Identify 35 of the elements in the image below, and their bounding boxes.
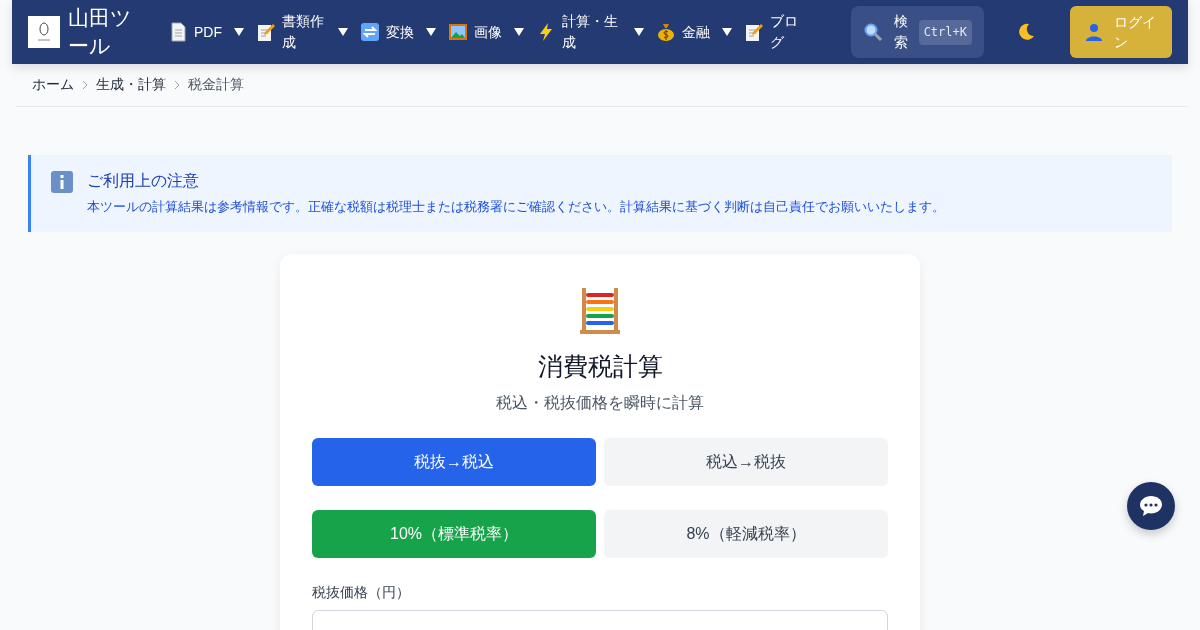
- shortcut-key: Ctrl+K: [918, 19, 972, 45]
- nav-menu-item[interactable]: 変換: [354, 17, 442, 47]
- arrows-icon: [360, 22, 380, 42]
- notice-text: 本ツールの計算結果は参考情報です。正確な税額は税理士または税務署にご確認ください。計算結果に基づく判断は自己責任でお願いいたします。: [87, 198, 945, 216]
- chevron-icon: [174, 80, 180, 90]
- moon-icon[interactable]: [1016, 22, 1036, 42]
- nav-menu-item[interactable]: PDF: [162, 17, 250, 47]
- breadcrumb-current: 税金計算: [188, 76, 244, 94]
- calculator-title: 消費税計算: [536, 351, 664, 382]
- memo-pencil-icon: [256, 22, 276, 42]
- nav-menu-item[interactable]: 金融: [650, 17, 738, 47]
- site-title[interactable]: 山田ツール: [68, 4, 152, 60]
- nav-menu-item[interactable]: ブログ: [738, 7, 806, 57]
- mode-toggle-button[interactable]: 税抜→税込: [312, 438, 596, 486]
- money-bag-icon: [656, 22, 676, 42]
- tax-rate-button[interactable]: 8%（軽減税率）: [604, 510, 888, 558]
- notice-title: ご利用上の注意: [87, 171, 200, 191]
- memo-pencil-icon: [744, 22, 764, 42]
- nav-menu-item[interactable]: 計算・生成: [530, 7, 650, 57]
- nav-menu-item[interactable]: 画像: [442, 17, 530, 47]
- breadcrumb-link[interactable]: 生成・計算: [96, 76, 166, 94]
- picture-icon: [448, 22, 468, 42]
- speech-bubble-icon: [1139, 495, 1163, 517]
- search-icon: [862, 22, 883, 42]
- user-icon: [1084, 22, 1104, 42]
- chat-button[interactable]: [1127, 482, 1175, 530]
- search-button[interactable]: 検索 Ctrl+K: [850, 6, 984, 58]
- chevron-icon: [82, 80, 88, 90]
- field-label: 税抜価格（円）: [312, 584, 411, 602]
- nav-menu-item[interactable]: 書類作成: [250, 7, 354, 57]
- breadcrumb-link[interactable]: ホーム: [32, 76, 74, 94]
- document-icon: [168, 22, 188, 42]
- mode-toggle-button[interactable]: 税込→税抜: [604, 438, 888, 486]
- calculator-subtitle: 税込・税抜価格を瞬時に計算: [495, 393, 705, 413]
- info-icon: [51, 171, 73, 193]
